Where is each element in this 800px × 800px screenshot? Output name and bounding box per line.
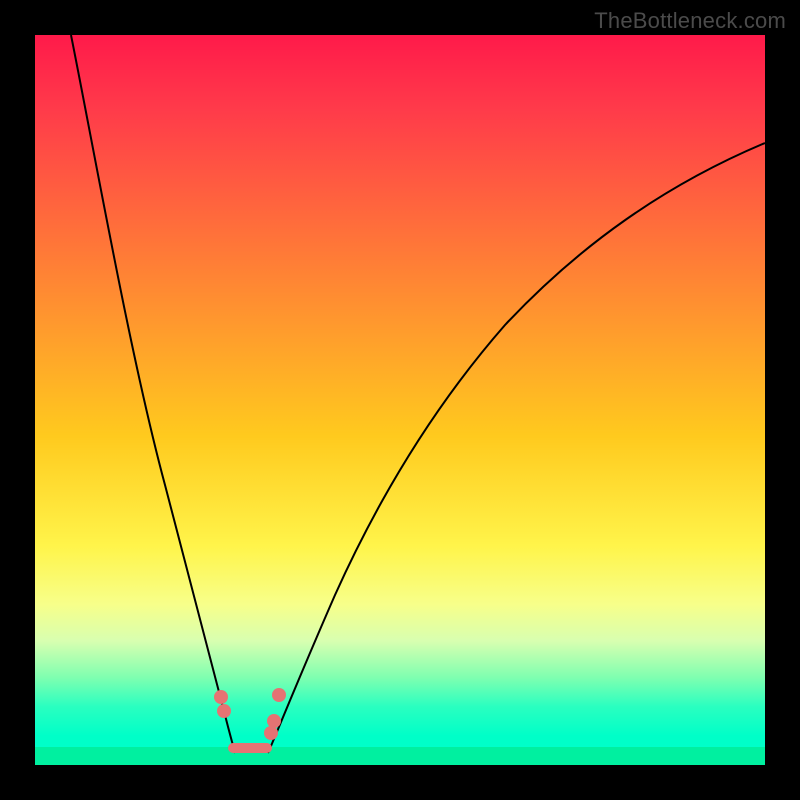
chart-frame: TheBottleneck.com	[0, 0, 800, 800]
plot-area	[35, 35, 765, 765]
right-bottleneck-curve	[268, 143, 765, 753]
data-marker	[214, 690, 228, 704]
curves-layer	[35, 35, 765, 765]
data-marker	[217, 704, 231, 718]
data-marker	[267, 714, 281, 728]
data-marker	[264, 726, 278, 740]
watermark-text: TheBottleneck.com	[594, 8, 786, 34]
data-marker	[272, 688, 286, 702]
left-bottleneck-curve	[71, 35, 235, 753]
